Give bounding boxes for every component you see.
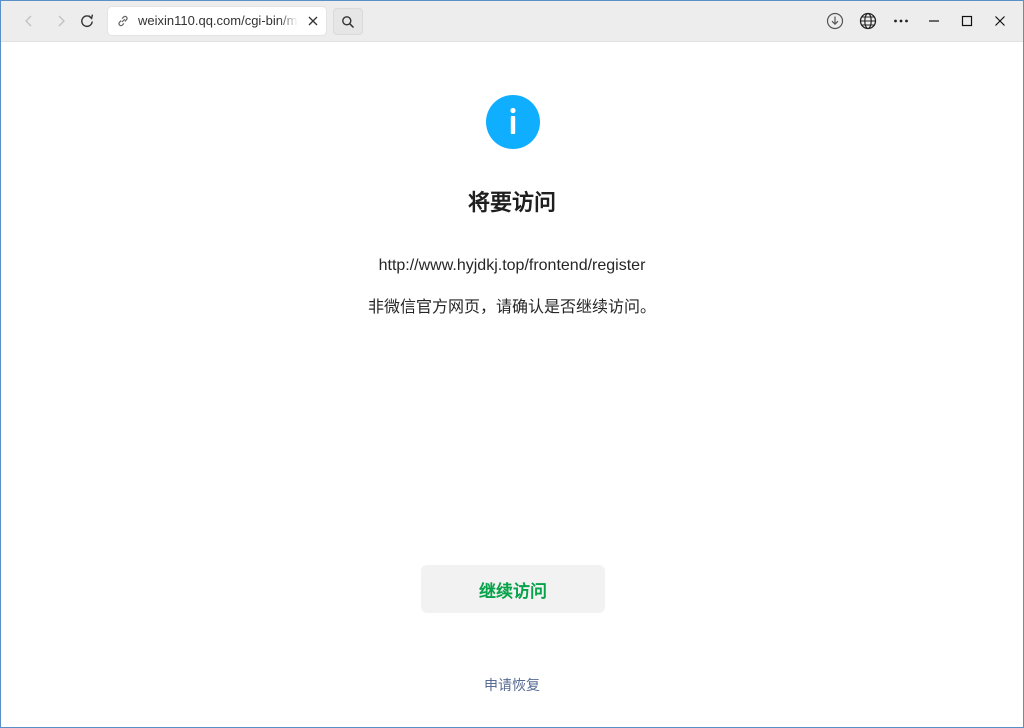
link-icon xyxy=(118,15,128,27)
page-content: 将要访问 http://www.hyjdkj.top/frontend/regi… xyxy=(1,42,1023,727)
address-bar[interactable]: weixin110.qq.com/cgi-bin/mmspamsupport-b… xyxy=(108,7,326,35)
appeal-link[interactable]: 申请恢复 xyxy=(1,676,1023,694)
clear-url-icon[interactable] xyxy=(306,14,320,28)
more-button[interactable] xyxy=(887,7,915,35)
search-icon xyxy=(342,15,355,28)
maximize-button[interactable] xyxy=(953,7,981,35)
minimize-button[interactable] xyxy=(920,7,948,35)
page-title: 将要访问 xyxy=(467,190,556,215)
download-button[interactable] xyxy=(821,7,849,35)
back-button[interactable] xyxy=(15,7,43,35)
continue-button[interactable]: 继续访问 xyxy=(421,565,605,613)
warning-text: 非微信官方网页，请确认是否继续访问。 xyxy=(367,299,656,316)
browser-window: weixin110.qq.com/cgi-bin/mmspamsupport-b… xyxy=(0,0,1024,728)
reload-button[interactable] xyxy=(73,7,101,35)
address-url[interactable]: weixin110.qq.com/cgi-bin/mmspamsupport-b… xyxy=(138,13,298,29)
close-icon xyxy=(995,16,1005,26)
download-icon xyxy=(826,12,844,30)
chevron-right-icon xyxy=(58,15,65,27)
minimize-icon xyxy=(929,20,939,22)
info-icon xyxy=(486,95,540,149)
chevron-left-icon xyxy=(25,15,32,27)
globe-button[interactable] xyxy=(854,7,882,35)
maximize-icon xyxy=(961,15,973,27)
globe-icon xyxy=(859,12,877,30)
browser-toolbar: weixin110.qq.com/cgi-bin/mmspamsupport-b… xyxy=(1,1,1023,42)
close-window-button[interactable] xyxy=(986,7,1014,35)
forward-button[interactable] xyxy=(47,7,75,35)
reload-icon xyxy=(81,14,94,28)
more-icon xyxy=(894,19,908,23)
target-url: http://www.hyjdkj.top/frontend/register xyxy=(378,257,646,274)
search-button[interactable] xyxy=(333,8,363,35)
